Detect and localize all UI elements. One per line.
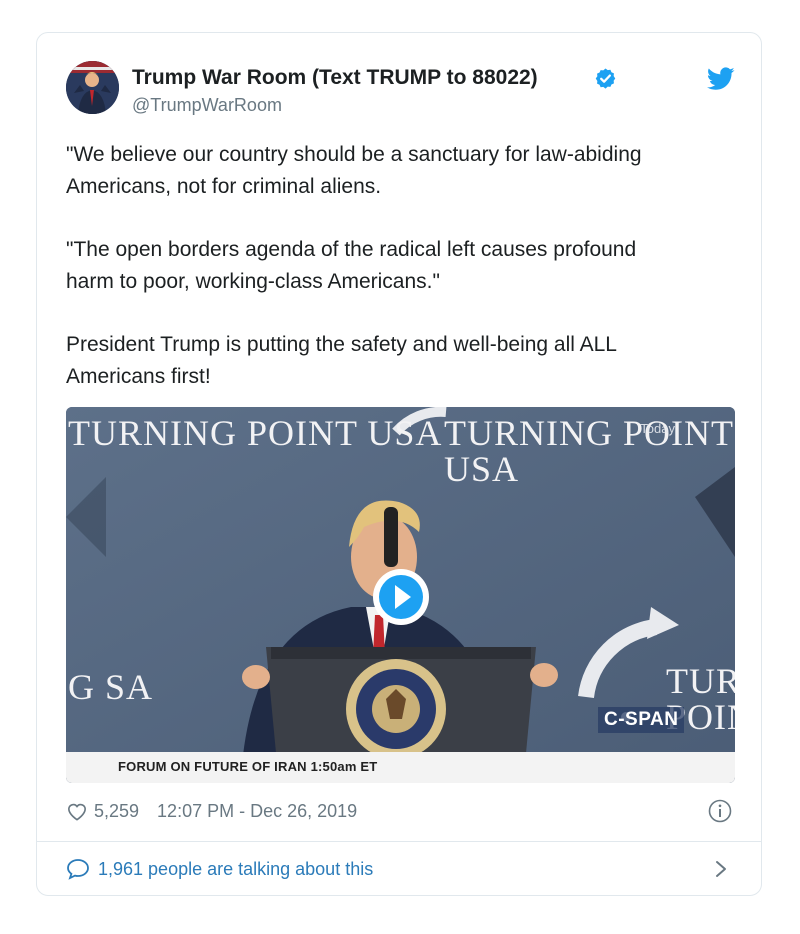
cspan-logo: C-SPAN bbox=[598, 707, 685, 733]
heart-icon[interactable] bbox=[66, 801, 88, 821]
speech-bubble-icon bbox=[67, 859, 89, 880]
caption-bar: FORUM ON FUTURE OF IRAN 1:50am ET bbox=[66, 752, 735, 783]
stage-text-right: TURNING POINT USA bbox=[444, 413, 734, 489]
display-name[interactable]: Trump War Room (Text TRUMP to 88022) bbox=[132, 66, 538, 90]
avatar-image bbox=[66, 61, 119, 114]
verified-badge-icon bbox=[595, 68, 616, 89]
divider bbox=[37, 841, 761, 842]
stage-text-edge-left: G SA bbox=[68, 667, 154, 707]
avatar[interactable] bbox=[66, 61, 119, 114]
today-badge: Today bbox=[640, 421, 675, 436]
video-player[interactable]: TURNING POINT USA TURNING POINT USA G SA… bbox=[66, 407, 735, 783]
info-icon[interactable] bbox=[708, 799, 732, 823]
conversation-link[interactable]: 1,961 people are talking about this bbox=[66, 857, 373, 881]
tweet-paragraph: "We believe our country should be a sanc… bbox=[66, 143, 642, 198]
play-icon[interactable] bbox=[371, 567, 431, 627]
tweet-timestamp[interactable]: 12:07 PM - Dec 26, 2019 bbox=[157, 801, 357, 822]
stage-text-left: TURNING POINT USA bbox=[68, 413, 443, 453]
tweet-text: "We believe our country should be a sanc… bbox=[66, 139, 726, 393]
tweet-paragraph: "The open borders agenda of the radical … bbox=[66, 238, 637, 293]
tweet-paragraph: President Trump is putting the safety an… bbox=[66, 333, 617, 388]
like-count[interactable]: 5,259 bbox=[94, 801, 139, 822]
video-caption: FORUM ON FUTURE OF IRAN 1:50am ET bbox=[118, 759, 378, 774]
chevron-right-icon[interactable] bbox=[712, 859, 730, 879]
tweet-card[interactable]: Trump War Room (Text TRUMP to 88022) @Tr… bbox=[36, 32, 762, 896]
talking-count-label[interactable]: 1,961 people are talking about this bbox=[98, 859, 373, 880]
tweet-meta: 5,259 12:07 PM - Dec 26, 2019 bbox=[66, 799, 357, 823]
author-handle[interactable]: @TrumpWarRoom bbox=[132, 95, 282, 116]
twitter-bird-icon[interactable] bbox=[707, 67, 735, 91]
